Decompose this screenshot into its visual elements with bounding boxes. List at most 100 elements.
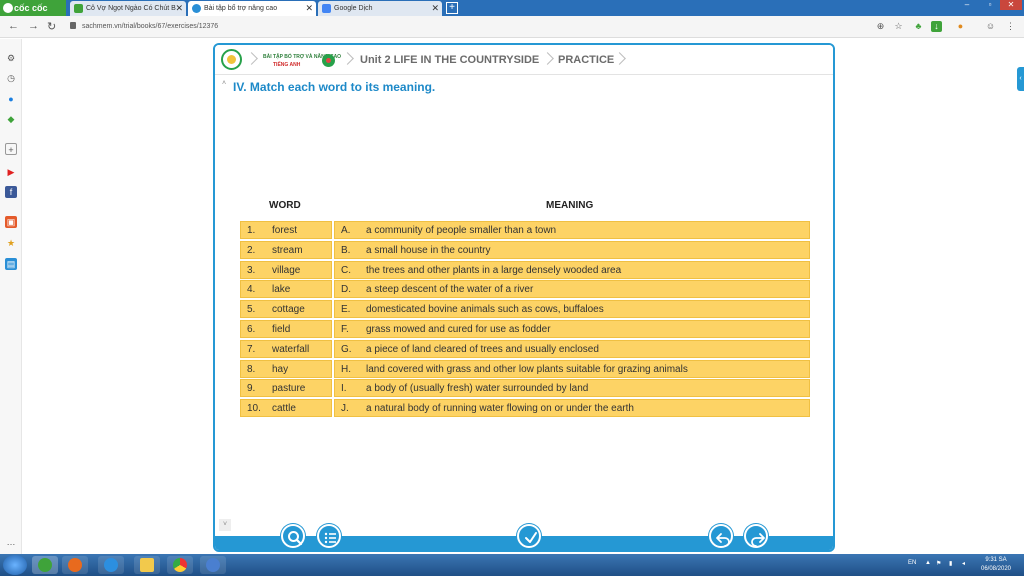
close-tab-icon[interactable]: ✕ <box>175 1 183 16</box>
word-text: field <box>272 323 291 335</box>
history-icon[interactable]: ◷ <box>5 72 17 84</box>
meaning-text: domesticated bovine animals such as cows… <box>366 304 604 316</box>
taskbar-media[interactable] <box>62 556 88 574</box>
start-button[interactable] <box>3 555 27 575</box>
language-indicator[interactable]: EN <box>908 560 916 566</box>
undo-button[interactable] <box>709 524 733 548</box>
show-hidden-icons-icon[interactable]: ▲ <box>925 560 931 566</box>
minimize-icon[interactable]: – <box>956 0 978 10</box>
back-icon[interactable]: ← <box>8 20 19 32</box>
word-number: 9. <box>247 383 256 395</box>
table-row: 3. village C. the trees and other plants in… <box>240 260 810 281</box>
meaning-cell[interactable]: I. a body of (usually fresh) water surrou… <box>334 379 810 398</box>
media-player-icon <box>68 558 82 572</box>
new-tab-button[interactable]: + <box>446 2 458 14</box>
taskbar-explorer[interactable] <box>134 556 160 574</box>
menu-icon[interactable]: ⋮ <box>1005 21 1016 32</box>
tab-novel[interactable]: Cô Vợ Ngọt Ngào Có Chút B ✕ <box>70 1 186 16</box>
word-text: pasture <box>272 383 306 395</box>
network-flag-icon[interactable]: ⚑ <box>936 560 941 567</box>
meaning-text: grass mowed and cured for use as fodder <box>366 323 551 335</box>
taskbar-chrome[interactable] <box>167 556 193 574</box>
meaning-cell[interactable]: E. domesticated bovine animals such as co… <box>334 300 810 319</box>
word-number: 2. <box>247 244 256 256</box>
word-cell[interactable]: 1. forest <box>240 221 332 239</box>
meaning-cell[interactable]: J. a natural body of running water flowin… <box>334 399 810 418</box>
word-text: waterfall <box>272 343 310 355</box>
list-button[interactable] <box>317 524 341 548</box>
youtube-icon[interactable]: ▶ <box>5 166 17 178</box>
match-table: 1. forest A. a community of people smaller … <box>240 221 810 419</box>
tab-google-translate[interactable]: Google Dịch ✕ <box>318 1 442 16</box>
column-header-word: WORD <box>269 200 301 211</box>
exercise-panel: BÀI TẬP BỔ TRỢ VÀ NÂNG CAO TIẾNG ANH Uni… <box>213 43 835 552</box>
browser-brand[interactable]: cốc cốc <box>0 0 66 16</box>
share-button[interactable] <box>744 524 768 548</box>
taskbar-ie[interactable] <box>98 556 124 574</box>
meaning-letter: I. <box>341 383 347 395</box>
taskbar-coccoc[interactable] <box>32 556 58 574</box>
add-icon[interactable]: ⊕ <box>875 21 886 32</box>
bookmark-star-icon[interactable]: ☆ <box>893 21 904 32</box>
meaning-cell[interactable]: A. a community of people smaller than a t… <box>334 221 810 239</box>
sidebar-expand-icon[interactable]: ‹ <box>1017 67 1024 91</box>
network-icon[interactable]: ▮ <box>949 560 952 567</box>
chrome-alt-icon <box>206 558 220 572</box>
word-cell[interactable]: 5. cottage <box>240 300 332 319</box>
taskbar-chrome-2[interactable] <box>200 556 226 574</box>
word-cell[interactable]: 4. lake <box>240 280 332 299</box>
lottery-icon[interactable]: ★ <box>5 237 17 249</box>
book-logo-subtitle: TIẾNG ANH <box>273 62 301 68</box>
more-icon[interactable]: … <box>5 536 17 548</box>
meaning-cell[interactable]: F. grass mowed and cured for use as fodde… <box>334 319 810 338</box>
meaning-letter: H. <box>341 363 351 375</box>
word-cell[interactable]: 7. waterfall <box>240 339 332 358</box>
profile-icon[interactable]: ☺ <box>985 21 996 32</box>
messenger-icon[interactable]: ● <box>5 93 17 105</box>
table-row: 7. waterfall G. a piece of land cleared of … <box>240 339 810 360</box>
word-cell[interactable]: 8. hay <box>240 359 332 378</box>
scroll-up-icon[interactable]: ˄ <box>219 79 229 89</box>
site-favicon-icon <box>74 4 83 13</box>
close-tab-icon[interactable]: ✕ <box>305 1 313 16</box>
news-icon[interactable]: ▤ <box>5 258 17 270</box>
scroll-down-icon[interactable]: ˅ <box>219 519 231 531</box>
share-arrow-icon <box>751 533 765 547</box>
meaning-letter: D. <box>341 284 351 296</box>
forward-icon[interactable]: → <box>28 20 39 32</box>
close-window-icon[interactable]: ✕ <box>1000 0 1022 10</box>
meaning-cell[interactable]: G. a piece of land cleared of trees and u… <box>334 339 810 358</box>
coccoc-extension-icon[interactable]: ● <box>955 21 966 32</box>
word-cell[interactable]: 3. village <box>240 260 332 279</box>
breadcrumb-unit[interactable]: Unit 2 LIFE IN THE COUNTRYSIDE <box>360 54 539 66</box>
download-icon[interactable]: ↓ <box>931 21 942 32</box>
breadcrumb-section[interactable]: PRACTICE <box>558 54 614 66</box>
close-tab-icon[interactable]: ✕ <box>431 1 439 16</box>
word-number: 10. <box>247 403 261 415</box>
settings-gear-icon[interactable]: ⚙ <box>5 52 17 64</box>
word-cell[interactable]: 2. stream <box>240 240 332 259</box>
clock[interactable]: 9:31 SA 06/08/2020 <box>976 556 1016 574</box>
book-logo-icon[interactable] <box>221 49 242 70</box>
facebook-icon[interactable]: f <box>5 186 17 198</box>
tab-exercise[interactable]: Bài tập bổ trợ nâng cao ✕ <box>188 1 316 16</box>
meaning-text: a natural body of running water flowing … <box>366 403 634 415</box>
search-button[interactable] <box>281 524 305 548</box>
word-number: 8. <box>247 363 256 375</box>
add-sidebar-icon[interactable]: + <box>5 143 17 155</box>
reload-icon[interactable]: ↻ <box>47 20 56 33</box>
check-answer-button[interactable] <box>517 524 541 548</box>
url-field[interactable]: sachmem.vn/trial/books/67/exercises/1237… <box>70 20 860 34</box>
meaning-cell[interactable]: D. a steep descent of the water of a rive… <box>334 280 810 299</box>
game-icon[interactable]: ◆ <box>5 113 17 125</box>
word-cell[interactable]: 9. pasture <box>240 379 332 398</box>
meaning-cell[interactable]: B. a small house in the country <box>334 240 810 259</box>
word-cell[interactable]: 10. cattle <box>240 399 332 418</box>
maximize-icon[interactable]: ▫ <box>979 0 1001 10</box>
meaning-cell[interactable]: H. land covered with grass and other low … <box>334 359 810 378</box>
shopping-icon[interactable]: ▣ <box>5 216 17 228</box>
volume-icon[interactable]: ◂ <box>962 560 965 567</box>
word-cell[interactable]: 6. field <box>240 319 332 338</box>
extension-icon[interactable]: ♣ <box>913 21 924 32</box>
meaning-cell[interactable]: C. the trees and other plants in a large … <box>334 260 810 279</box>
